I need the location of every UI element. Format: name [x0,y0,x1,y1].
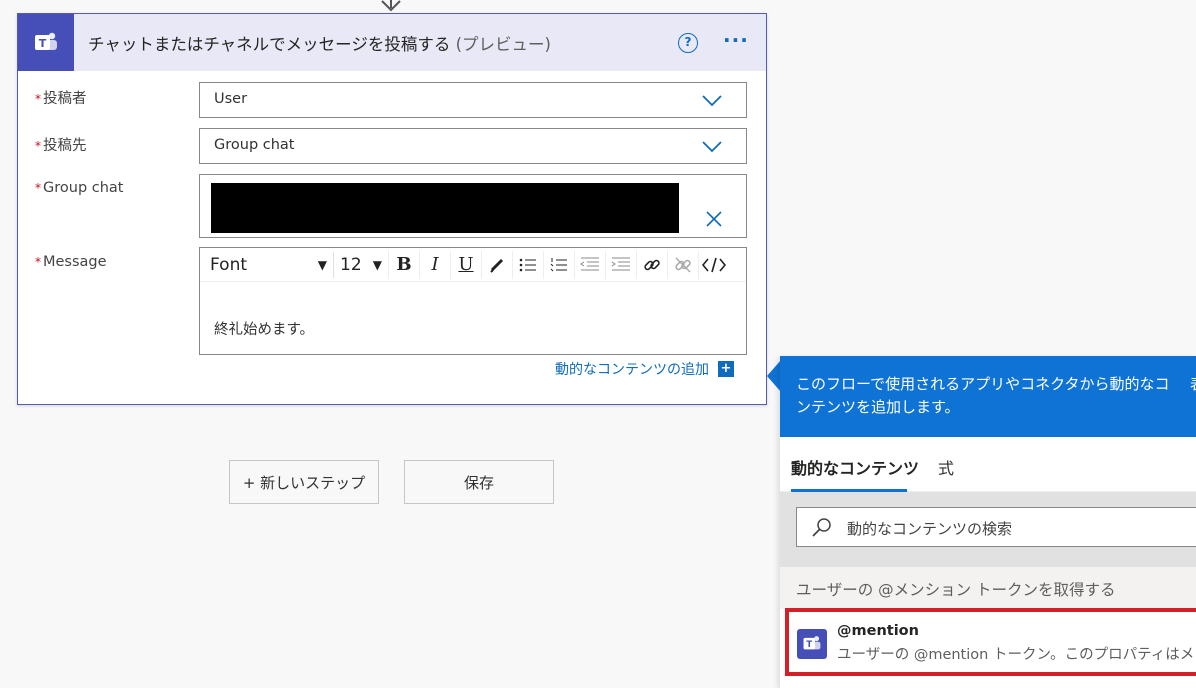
code-view-icon[interactable] [698,250,729,279]
help-icon[interactable]: ? [678,33,698,53]
action-card: T チャットまたはチャネルでメッセージを投稿する (プレビュー) ? ··· *… [17,13,767,405]
field-label-poster: * 投稿者 [35,91,87,107]
chevron-down-icon [702,141,722,153]
svg-text:T: T [39,37,47,50]
message-editor[interactable]: Font ▼ 12 ▼ B I U 終礼始めます。 [199,247,747,355]
add-dynamic-content-link[interactable]: 動的なコンテンツの追加 + [555,359,734,379]
field-label-message: * Message [35,254,107,270]
bold-icon[interactable]: B [388,250,419,279]
search-icon [812,518,831,537]
chevron-down-icon [702,95,722,107]
italic-icon[interactable]: I [419,250,450,279]
tab-dynamic-content[interactable]: 動的なコンテンツ [791,455,919,479]
post-in-select[interactable]: Group chat [199,128,747,164]
bullet-list-icon[interactable] [512,250,543,279]
numbered-list-icon[interactable] [543,250,574,279]
group-chat-input[interactable] [199,174,747,238]
editor-toolbar: Font ▼ 12 ▼ B I U [200,248,746,282]
font-family-select[interactable]: Font ▼ [204,251,334,278]
tab-expression[interactable]: 式 [938,455,954,479]
teams-logo-icon: T [18,14,74,71]
new-step-button[interactable]: + 新しいステップ [229,460,379,504]
redacted-value [211,183,679,233]
svg-text:T: T [806,639,812,649]
card-header[interactable]: T チャットまたはチャネルでメッセージを投稿する (プレビュー) ? ··· [18,14,766,71]
dynamic-content-panel: このフローで使用されるアプリやコネクタから動的なコンテンツを追加します。 表 動… [780,356,1196,688]
more-options-icon[interactable]: ··· [723,28,749,52]
post-in-select-value: Group chat [214,137,295,153]
mention-item-description: ユーザーの @mention トークン。このプロパティはメ [837,647,1195,663]
mention-item[interactable]: T @mention ユーザーの @mention トークン。このプロパティはメ [785,608,1196,676]
teams-icon: T [797,629,827,659]
link-icon[interactable] [636,250,667,279]
poster-select-value: User [214,91,248,107]
font-size-select[interactable]: 12 ▼ [334,252,388,278]
search-area: 動的なコンテンツの検索 [780,492,1196,572]
mention-item-title: @mention [837,623,919,639]
outdent-icon[interactable] [574,250,605,279]
highlight-icon[interactable] [481,250,512,279]
clear-icon[interactable] [706,211,722,227]
search-input[interactable]: 動的なコンテンツの検索 [796,507,1196,547]
save-button[interactable]: 保存 [404,460,554,504]
section-label: ユーザーの @メンション トークンを取得する [796,581,1116,599]
indent-icon[interactable] [605,250,636,279]
panel-header-text: このフローで使用されるアプリやコネクタから動的なコンテンツを追加します。 [796,375,1170,416]
panel-pointer [767,360,781,392]
field-label-post-in: * 投稿先 [35,138,87,154]
field-label-group-chat: * Group chat [35,180,124,196]
panel-header: このフローで使用されるアプリやコネクタから動的なコンテンツを追加します。 表 [780,356,1196,437]
plus-icon: + [718,361,734,377]
panel-header-overflow[interactable]: 表 [1190,373,1196,396]
poster-select[interactable]: User [199,82,747,118]
search-placeholder: 動的なコンテンツの検索 [847,520,1013,538]
card-title: チャットまたはチャネルでメッセージを投稿する (プレビュー) [88,34,551,54]
message-text: 終礼始めます。 [214,322,315,338]
underline-icon[interactable]: U [450,250,481,279]
panel-tabs: 動的なコンテンツ 式 [780,437,1196,492]
unlink-icon[interactable] [667,250,698,279]
